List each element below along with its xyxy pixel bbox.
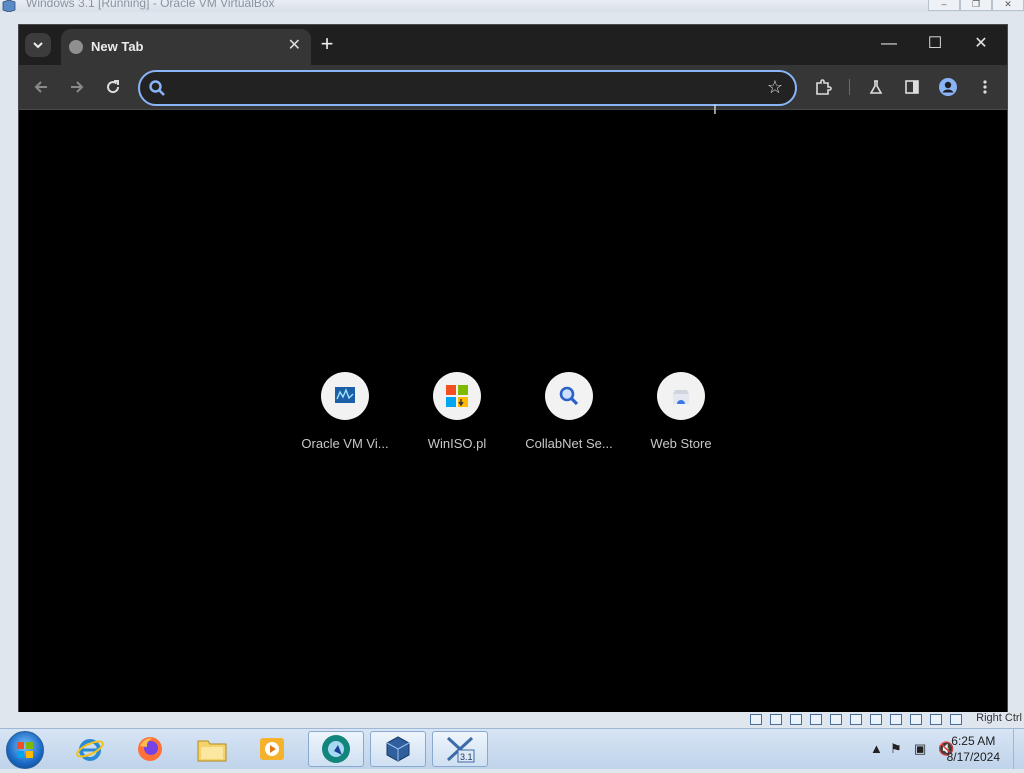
shortcut-tile[interactable]: Web Store	[625, 372, 737, 451]
windows-logo-icon	[446, 385, 468, 407]
tab-close-icon[interactable]: ✕	[288, 37, 301, 55]
new-tab-button[interactable]: +	[315, 33, 339, 57]
status-recording-icon	[890, 714, 902, 725]
folder-icon	[197, 740, 227, 762]
new-tab-page: Oracle VM Vi... WinISO.pl CollabNet Se..…	[19, 110, 1007, 723]
side-panel-icon	[905, 80, 919, 94]
shortcut-icon-circle	[657, 372, 705, 420]
web-store-icon	[673, 390, 689, 404]
status-network-icon	[810, 714, 822, 725]
extensions-button[interactable]	[811, 75, 835, 99]
maximize-button[interactable]: ☐	[915, 33, 955, 57]
menu-button[interactable]	[973, 75, 997, 99]
start-button[interactable]	[6, 731, 44, 769]
forward-button[interactable]	[65, 75, 89, 99]
status-display-icon	[870, 714, 882, 725]
globe-icon	[69, 40, 83, 54]
search-icon	[149, 80, 165, 96]
flask-icon	[869, 80, 883, 94]
vbox-status-bar: Right Ctrl	[0, 712, 1024, 728]
windows-flag-icon	[17, 742, 33, 758]
status-keyboard-icon	[950, 714, 962, 725]
taskbar-internet-explorer[interactable]	[62, 731, 118, 767]
firefox-icon	[138, 737, 162, 761]
tab-strip: New Tab ✕ + — ☐ ✕	[19, 25, 1007, 65]
internet-explorer-icon	[76, 739, 104, 761]
taskbar-file-explorer[interactable]	[184, 731, 240, 767]
shortcut-icon-circle	[545, 372, 593, 420]
tab-new-tab[interactable]: New Tab ✕	[61, 29, 311, 65]
taskbar-firefox[interactable]	[122, 731, 178, 767]
labs-button[interactable]	[864, 75, 888, 99]
vbox-window-title: Windows 3.1 [Running] - Oracle VM Virtua…	[26, 0, 275, 10]
svg-text:3.1: 3.1	[460, 752, 473, 762]
shortcut-label: Oracle VM Vi...	[301, 436, 389, 451]
chevron-down-icon	[33, 42, 43, 49]
shortcut-tile[interactable]: Oracle VM Vi...	[289, 372, 401, 451]
show-desktop-button[interactable]	[1013, 729, 1024, 769]
virtualbox-app-icon	[2, 0, 16, 12]
taskbar-virtualbox[interactable]	[370, 731, 426, 767]
reload-button[interactable]	[101, 75, 125, 99]
address-bar[interactable]: ☆	[138, 70, 797, 106]
toolbar-separator	[849, 79, 850, 95]
shortcut-tile[interactable]: WinISO.pl	[401, 372, 513, 451]
bookmark-star-icon[interactable]: ☆	[767, 77, 783, 98]
shortcut-label: Web Store	[650, 436, 712, 451]
tab-search-button[interactable]	[25, 33, 51, 57]
vbox-close-button[interactable]: ✕	[992, 0, 1024, 11]
profile-button[interactable]	[936, 75, 960, 99]
status-shared-folder-icon	[850, 714, 862, 725]
kebab-menu-icon	[983, 80, 987, 94]
action-center-flag-icon[interactable]: ⚑	[890, 741, 902, 757]
arrow-right-icon	[71, 81, 84, 93]
status-optical-icon	[770, 714, 782, 725]
taskbar: 3.1 ▲ ⚑ ▣ 🔇 6:25 AM 8/17/2024	[0, 728, 1024, 769]
browser-toolbar: ☆	[19, 65, 1007, 110]
shortcut-label: WinISO.pl	[427, 436, 487, 451]
address-input[interactable]	[174, 76, 738, 102]
status-cpu-icon	[910, 714, 922, 725]
taskbar-chromium[interactable]	[308, 731, 364, 767]
taskbar-media-player[interactable]	[244, 731, 300, 767]
vbox-titlebar: Windows 3.1 [Running] - Oracle VM Virtua…	[0, 0, 1024, 12]
windows-3-1-icon: 3.1	[446, 736, 475, 763]
text-cursor-icon: I	[713, 101, 717, 117]
side-panel-button[interactable]	[900, 75, 924, 99]
status-disk-icon	[750, 714, 762, 725]
vbox-guest-frame: New Tab ✕ + — ☐ ✕ ☆ Oracle VM Vi... WinI…	[0, 12, 1024, 724]
taskbar-windows-3-1-vm[interactable]: 3.1	[432, 731, 488, 767]
system-tray: ▲ ⚑ ▣ 🔇 6:25 AM 8/17/2024	[844, 729, 1024, 769]
status-audio-icon	[790, 714, 802, 725]
puzzle-icon	[816, 79, 832, 95]
avatar-icon	[939, 78, 957, 96]
clock-time: 6:25 AM	[951, 734, 996, 748]
status-usb-icon	[830, 714, 842, 725]
status-mouse-icon	[930, 714, 942, 725]
shortcut-icon-circle	[433, 372, 481, 420]
clock[interactable]: 6:25 AM 8/17/2024	[947, 733, 1000, 765]
arrow-left-icon	[34, 81, 47, 93]
network-icon[interactable]: ▣	[914, 741, 926, 757]
virtualbox-cube-icon	[386, 736, 410, 762]
media-player-icon	[260, 738, 284, 760]
minimize-button[interactable]: —	[869, 33, 909, 57]
virtualbox-monitor-icon	[335, 387, 355, 403]
shortcut-icon-circle	[321, 372, 369, 420]
reload-icon	[107, 80, 120, 94]
tab-title: New Tab	[91, 39, 144, 54]
browser-window: New Tab ✕ + — ☐ ✕ ☆ Oracle VM Vi... WinI…	[18, 24, 1008, 724]
back-button[interactable]	[29, 75, 53, 99]
host-key-label: Right Ctrl	[976, 712, 1022, 724]
shortcut-tile[interactable]: CollabNet Se...	[513, 372, 625, 451]
magnifier-icon	[559, 386, 579, 406]
shortcut-label: CollabNet Se...	[525, 436, 613, 451]
clock-date: 8/17/2024	[946, 750, 1000, 764]
chromium-icon	[322, 735, 350, 763]
vbox-minimize-button[interactable]: –	[928, 0, 960, 11]
show-hidden-icons-button[interactable]: ▲	[870, 741, 883, 756]
vbox-maximize-button[interactable]: ❐	[960, 0, 992, 11]
close-button[interactable]: ✕	[961, 33, 1001, 57]
